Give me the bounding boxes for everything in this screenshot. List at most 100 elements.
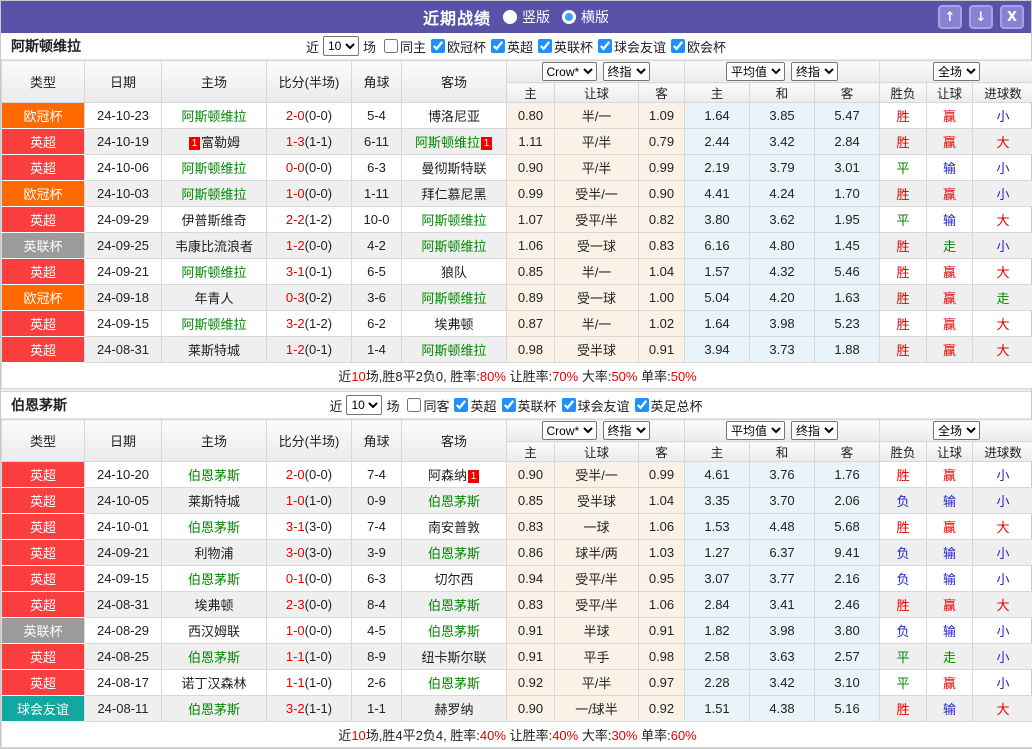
match-row: 英超24-10-191富勒姆1-3(1-1)6-11阿斯顿维拉11.11平/半0… [2, 129, 1032, 155]
summary-row: 近10场,胜8平2负0, 胜率:80% 让胜率:70% 大率:50% 单率:50… [2, 363, 1032, 389]
handicap-result-cell: 赢 [927, 129, 973, 155]
odds-time-select[interactable]: 终指 [603, 421, 650, 440]
sub-header-avg-away: 客 [815, 83, 880, 103]
corners-cell: 10-0 [352, 207, 402, 233]
date-cell: 24-08-29 [85, 618, 162, 644]
odds-away-cell: 1.09 [639, 103, 685, 129]
sub-header-odds-away: 客 [639, 83, 685, 103]
home-team-name: 年青人 [194, 291, 233, 306]
full-match-select[interactable]: 全场 [933, 421, 980, 440]
bookmaker-select[interactable]: Crow* [542, 421, 597, 440]
same-venue-checkbox[interactable] [384, 39, 398, 53]
avg-home-cell: 2.58 [685, 644, 750, 670]
average-time-select[interactable]: 终指 [791, 62, 838, 81]
result-text: 胜 [897, 291, 910, 306]
result-text: 小 [997, 187, 1010, 202]
corners-cell: 7-4 [352, 462, 402, 488]
recent-count-select[interactable]: 10 [346, 395, 382, 415]
average-select[interactable]: 平均值 [726, 62, 785, 81]
layout-radio-vertical[interactable]: 竖版 [503, 7, 550, 27]
move-down-button[interactable]: ↓ [969, 5, 993, 29]
odds-time-select[interactable]: 终指 [603, 62, 650, 81]
winlose-result-cell: 胜 [880, 181, 927, 207]
score-cell: 1-0(0-0) [267, 618, 352, 644]
red-card-icon: 1 [468, 470, 479, 483]
avg-home-cell: 1.53 [685, 514, 750, 540]
league-filter-label: 球会友谊 [578, 396, 630, 415]
avg-away-cell: 9.41 [815, 540, 880, 566]
league-type-cell: 英超 [2, 540, 85, 566]
filter-games-label: 场 [363, 37, 376, 56]
odds-home-cell: 0.90 [507, 696, 555, 722]
result-text: 大 [997, 213, 1010, 228]
sub-header-odds-away: 客 [639, 442, 685, 462]
radio-horizontal-icon [562, 10, 576, 24]
away-team-cell: 曼彻斯特联 [402, 155, 507, 181]
home-team-cell: 阿斯顿维拉 [162, 155, 267, 181]
home-team-cell: 阿斯顿维拉 [162, 103, 267, 129]
corners-cell: 2-6 [352, 670, 402, 696]
result-text: 胜 [897, 109, 910, 124]
match-row: 英超24-08-25伯恩茅斯1-1(1-0)8-9纽卡斯尔联0.91平手0.98… [2, 644, 1032, 670]
result-text: 赢 [943, 187, 956, 202]
league-filter-checkbox[interactable] [502, 398, 516, 412]
result-text: 小 [997, 676, 1010, 691]
corners-cell: 0-9 [352, 488, 402, 514]
avg-away-cell: 5.47 [815, 103, 880, 129]
match-row: 英联杯24-09-25韦康比流浪者1-2(0-0)4-2阿斯顿维拉1.06受一球… [2, 233, 1032, 259]
same-venue-checkbox[interactable] [407, 398, 421, 412]
average-group-header: 平均值终指 [685, 61, 880, 83]
score-cell: 1-0(1-0) [267, 488, 352, 514]
league-filter-checkbox[interactable] [431, 39, 445, 53]
league-filter-checkbox[interactable] [454, 398, 468, 412]
close-button[interactable]: X [1000, 5, 1024, 29]
league-type-cell: 英超 [2, 207, 85, 233]
league-filter-label: 英联杯 [518, 396, 557, 415]
sub-header-goals: 进球数 [973, 442, 1032, 462]
half-time-score: (0-0) [305, 623, 332, 638]
layout-radio-horizontal[interactable]: 横版 [562, 7, 609, 27]
filter-games-label: 场 [386, 396, 399, 415]
away-team-cell: 伯恩茅斯 [402, 618, 507, 644]
avg-away-cell: 1.76 [815, 462, 880, 488]
recent-count-select[interactable]: 10 [323, 36, 359, 56]
sub-header-odds-handicap: 让球 [555, 83, 639, 103]
average-select[interactable]: 平均值 [726, 421, 785, 440]
result-text: 走 [943, 239, 956, 254]
league-filter-checkbox[interactable] [491, 39, 505, 53]
average-time-select[interactable]: 终指 [791, 421, 838, 440]
result-text: 输 [943, 213, 956, 228]
handicap-result-cell: 赢 [927, 592, 973, 618]
league-filter-checkbox[interactable] [538, 39, 552, 53]
results-table: 类型 日期 主场 比分(半场) 角球 客场 Crow*终指 平均值终指 全场 [1, 60, 1032, 389]
sub-header-handicap-result: 让球 [927, 83, 973, 103]
summary-text-part: 40% [552, 728, 578, 743]
move-up-button[interactable]: ↑ [938, 5, 962, 29]
league-filter-label: 欧冠杯 [447, 37, 486, 56]
score-cell: 0-0(0-0) [267, 155, 352, 181]
winlose-result-cell: 负 [880, 618, 927, 644]
result-group-header: 全场 [880, 420, 1032, 442]
odds-handicap-cell: 受一球 [555, 233, 639, 259]
league-filter-checkbox[interactable] [562, 398, 576, 412]
corners-cell: 3-9 [352, 540, 402, 566]
odds-handicap-cell: 一/球半 [555, 696, 639, 722]
away-team-cell: 阿森纳1 [402, 462, 507, 488]
corners-cell: 1-4 [352, 337, 402, 363]
date-cell: 24-09-15 [85, 566, 162, 592]
score-cell: 2-3(0-0) [267, 592, 352, 618]
result-text: 走 [997, 291, 1010, 306]
avg-away-cell: 3.80 [815, 618, 880, 644]
league-filter-checkbox[interactable] [598, 39, 612, 53]
away-team-name: 阿斯顿维拉 [421, 291, 486, 306]
league-filter-checkbox[interactable] [635, 398, 649, 412]
full-match-select[interactable]: 全场 [933, 62, 980, 81]
winlose-result-cell: 胜 [880, 462, 927, 488]
league-filter-checkbox[interactable] [671, 39, 685, 53]
goals-result-cell: 小 [973, 644, 1032, 670]
summary-text-part: 10 [351, 369, 365, 384]
handicap-result-cell: 输 [927, 618, 973, 644]
result-text: 胜 [897, 135, 910, 150]
bookmaker-select[interactable]: Crow* [542, 62, 597, 81]
result-text: 赢 [943, 468, 956, 483]
